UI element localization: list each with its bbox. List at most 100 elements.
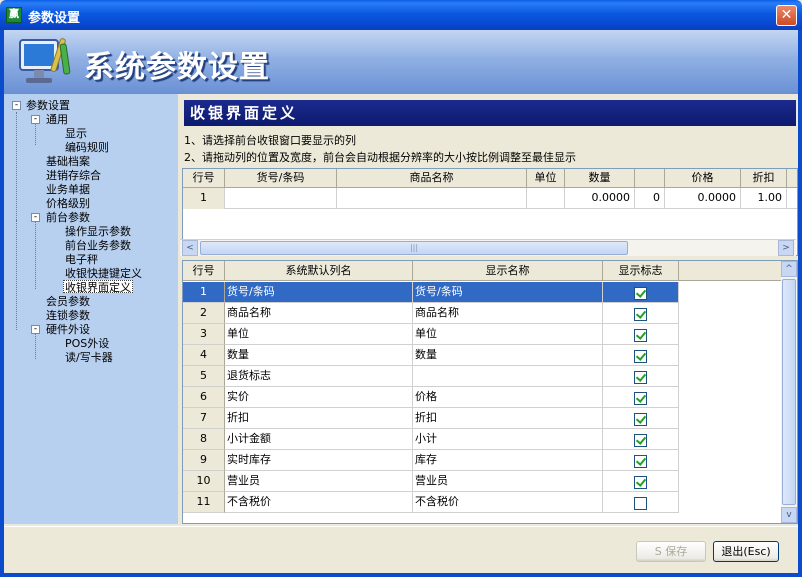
scroll-thumb[interactable]: ||| (200, 241, 628, 255)
table-row[interactable]: 1 货号/条码 货号/条码 (183, 282, 779, 303)
display-flag-checkbox[interactable] (634, 434, 647, 447)
table-cell[interactable] (225, 188, 337, 209)
exit-button[interactable]: 退出(Esc) (713, 541, 779, 562)
tree-item-hardware[interactable]: 硬件外设 (46, 323, 90, 336)
table-row[interactable]: 2 商品名称 商品名称 (183, 303, 779, 324)
tree-item-cashier-shortcuts[interactable]: 收银快捷键定义 (65, 267, 142, 280)
default-column-name[interactable]: 单位 (225, 324, 413, 345)
default-column-name[interactable]: 实价 (225, 387, 413, 408)
display-name-cell[interactable]: 库存 (413, 450, 603, 471)
column-header[interactable]: 显示名称 (413, 261, 603, 281)
table-cell[interactable]: 0 (635, 188, 665, 209)
default-column-name[interactable]: 折扣 (225, 408, 413, 429)
tree-item-general[interactable]: 通用 (46, 113, 68, 126)
tree-item-price-levels[interactable]: 价格级别 (46, 197, 90, 210)
display-flag-cell[interactable] (603, 387, 679, 408)
tree-item-coding-rules[interactable]: 编码规则 (65, 141, 109, 154)
horizontal-scrollbar[interactable]: < ||| > (180, 239, 796, 256)
tree-item-chain-params[interactable]: 连锁参数 (46, 309, 90, 322)
default-column-name[interactable]: 实时库存 (225, 450, 413, 471)
display-flag-cell[interactable] (603, 282, 679, 303)
display-name-cell[interactable] (413, 366, 603, 387)
table-cell[interactable] (337, 188, 527, 209)
table-row[interactable]: 9 实时库存 库存 (183, 450, 779, 471)
column-header[interactable]: 显示标志 (603, 261, 679, 281)
display-name-cell[interactable]: 商品名称 (413, 303, 603, 324)
default-column-name[interactable]: 数量 (225, 345, 413, 366)
display-flag-cell[interactable] (603, 324, 679, 345)
table-row[interactable]: 1 0.0000 0 0.0000 1.00 (183, 188, 797, 209)
display-name-cell[interactable]: 小计 (413, 429, 603, 450)
collapse-icon[interactable]: - (31, 325, 40, 334)
collapse-icon[interactable]: - (31, 115, 40, 124)
display-flag-cell[interactable] (603, 450, 679, 471)
display-flag-checkbox[interactable] (634, 308, 647, 321)
tree-item-front-params[interactable]: 前台参数 (46, 211, 90, 224)
display-flag-cell[interactable] (603, 408, 679, 429)
table-row[interactable]: 8 小计金额 小计 (183, 429, 779, 450)
display-flag-checkbox[interactable] (634, 455, 647, 468)
collapse-icon[interactable]: - (31, 213, 40, 222)
display-flag-cell[interactable] (603, 366, 679, 387)
column-header[interactable]: 折扣 (741, 169, 787, 188)
default-column-name[interactable]: 不含税价 (225, 492, 413, 513)
table-row[interactable]: 3 单位 单位 (183, 324, 779, 345)
scroll-down-icon[interactable]: v (781, 507, 797, 523)
close-button[interactable]: ✕ (776, 5, 797, 26)
table-row[interactable]: 5 退货标志 (183, 366, 779, 387)
default-column-name[interactable]: 小计金额 (225, 429, 413, 450)
display-flag-cell[interactable] (603, 471, 679, 492)
tree-item-op-display[interactable]: 操作显示参数 (65, 225, 131, 238)
table-cell[interactable]: 0.0000 (565, 188, 635, 209)
column-header[interactable]: 商品名称 (337, 169, 527, 188)
column-header[interactable]: 系统默认列名 (225, 261, 413, 281)
tree-item-front-business[interactable]: 前台业务参数 (65, 239, 131, 252)
table-row[interactable]: 10 营业员 营业员 (183, 471, 779, 492)
scroll-left-icon[interactable]: < (182, 240, 198, 256)
columns-grid[interactable]: 行号 系统默认列名 显示名称 显示标志 1 货号/条码 货号/条码 2 商品名称 商品名称… (182, 260, 798, 524)
display-flag-checkbox[interactable] (634, 350, 647, 363)
scroll-right-icon[interactable]: > (778, 240, 794, 256)
default-column-name[interactable]: 退货标志 (225, 366, 413, 387)
table-row[interactable]: 6 实价 价格 (183, 387, 779, 408)
tree-item-root[interactable]: 参数设置 (26, 99, 70, 112)
vertical-scrollbar[interactable]: ^ v (781, 261, 797, 523)
display-name-cell[interactable]: 不含税价 (413, 492, 603, 513)
tree-item-psi[interactable]: 进销存综合 (46, 169, 101, 182)
tree-item-member-params[interactable]: 会员参数 (46, 295, 90, 308)
scroll-thumb[interactable] (782, 279, 796, 505)
display-flag-cell[interactable] (603, 303, 679, 324)
tree-item-business-docs[interactable]: 业务单据 (46, 183, 90, 196)
display-flag-checkbox[interactable] (634, 476, 647, 489)
scroll-up-icon[interactable]: ^ (781, 261, 797, 277)
display-name-cell[interactable]: 价格 (413, 387, 603, 408)
display-flag-checkbox[interactable] (634, 287, 647, 300)
tree-item-pos-devices[interactable]: POS外设 (65, 337, 109, 350)
display-flag-checkbox[interactable] (634, 329, 647, 342)
table-row[interactable]: 11 不含税价 不含税价 (183, 492, 779, 513)
column-header[interactable]: 行号 (183, 169, 225, 188)
display-name-cell[interactable]: 折扣 (413, 408, 603, 429)
column-header[interactable]: 单位 (527, 169, 565, 188)
tree-item-display[interactable]: 显示 (65, 127, 87, 140)
table-cell[interactable]: 1.00 (741, 188, 787, 209)
column-header[interactable] (635, 169, 665, 188)
default-column-name[interactable]: 商品名称 (225, 303, 413, 324)
default-column-name[interactable]: 货号/条码 (225, 282, 413, 303)
display-flag-checkbox[interactable] (634, 497, 647, 510)
table-cell[interactable] (527, 188, 565, 209)
display-flag-cell[interactable] (603, 429, 679, 450)
display-name-cell[interactable]: 数量 (413, 345, 603, 366)
column-header[interactable]: 行号 (183, 261, 225, 281)
table-row[interactable]: 4 数量 数量 (183, 345, 779, 366)
display-name-cell[interactable]: 单位 (413, 324, 603, 345)
display-flag-cell[interactable] (603, 345, 679, 366)
default-column-name[interactable]: 营业员 (225, 471, 413, 492)
display-name-cell[interactable]: 货号/条码 (413, 282, 603, 303)
tree-item-cashier-ui[interactable]: 收银界面定义 (63, 280, 133, 294)
column-header[interactable]: 数量 (565, 169, 635, 188)
tree-item-scale[interactable]: 电子秤 (65, 253, 98, 266)
tree-item-card-reader[interactable]: 读/写卡器 (65, 351, 113, 364)
table-cell[interactable]: 0.0000 (665, 188, 741, 209)
display-flag-checkbox[interactable] (634, 371, 647, 384)
